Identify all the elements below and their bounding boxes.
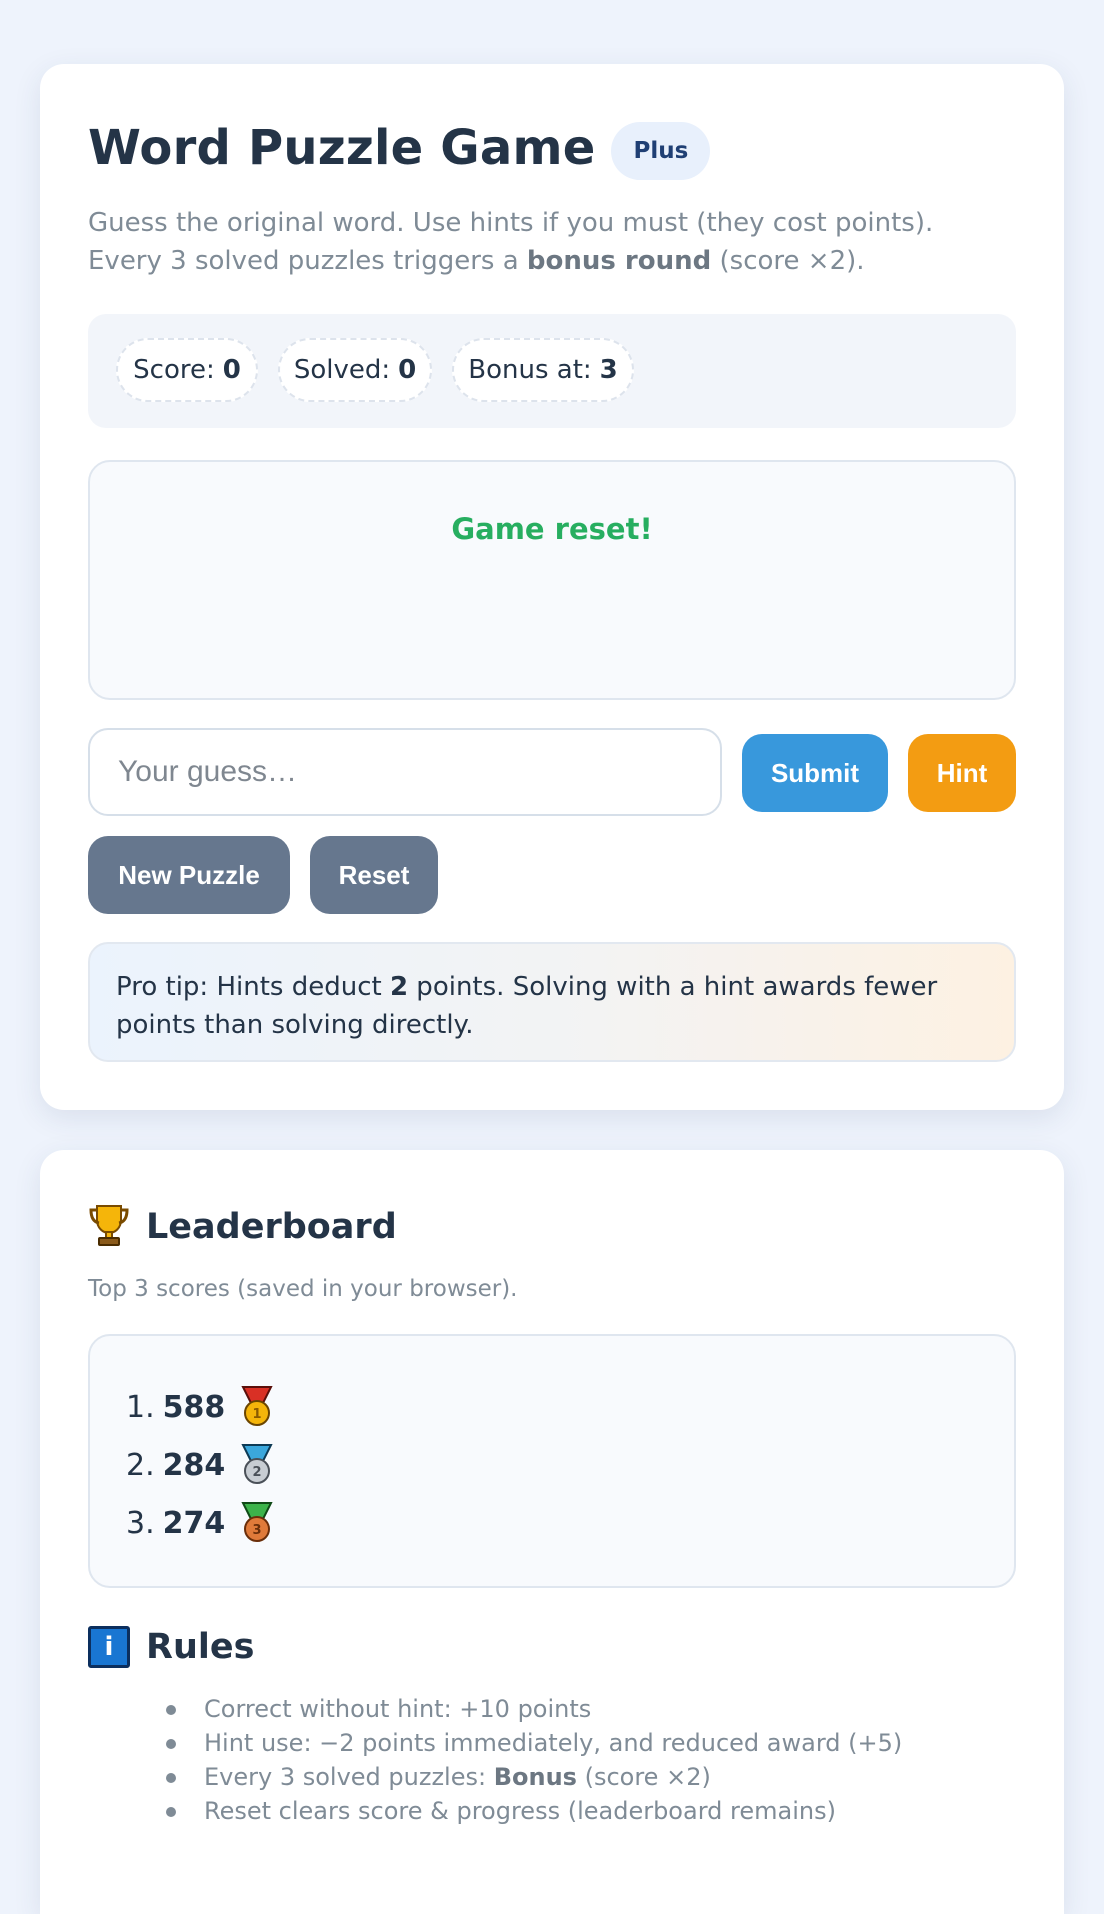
bonus-chip: Bonus at: 3 [452,338,634,402]
solved-value: 0 [398,355,417,385]
list-item: 2. 284 2 [126,1440,277,1490]
silver-medal-icon: 2 [237,1443,277,1487]
info-icon: i [88,1626,130,1668]
tip-text: Pro tip: Hints deduct [116,972,390,1002]
leaderboard-subtitle: Top 3 scores (saved in your browser). [88,1276,518,1302]
score-value: 284 [162,1447,226,1483]
rule-item: Reset clears score & progress (leaderboa… [150,1794,902,1828]
svg-text:1: 1 [253,1407,262,1422]
svg-text:3: 3 [253,1523,262,1538]
score-value: 0 [222,355,241,385]
game-description: Guess the original word. Use hints if yo… [88,204,1008,280]
solved-chip: Solved: 0 [278,338,432,402]
guess-input[interactable] [88,728,722,816]
rank-label: 2. [126,1447,155,1483]
leaderboard-header: Leaderboard [88,1202,397,1252]
hint-button[interactable]: Hint [908,734,1016,812]
status-message: Game reset! [451,512,653,546]
list-item: 1. 588 1 [126,1382,277,1432]
title-row: Word Puzzle Game Plus [88,116,711,180]
page-title: Word Puzzle Game [88,120,596,176]
rule-item: Every 3 solved puzzles: Bonus (score ×2) [150,1760,902,1794]
bonus-value: 3 [599,355,618,385]
tip-bold: 2 [389,972,409,1002]
bronze-medal-icon: 3 [237,1501,277,1545]
puzzle-message-box: Game reset! [88,460,1016,700]
rule-text-end: (score ×2) [576,1763,711,1791]
leaderboard-title: Leaderboard [146,1207,397,1247]
game-card: Word Puzzle Game Plus Guess the original… [40,64,1064,1110]
leaderboard-card: Leaderboard Top 3 scores (saved in your … [40,1150,1064,1914]
score-value: 274 [162,1505,226,1541]
description-bold: bonus round [526,246,712,276]
rule-text: Every 3 solved puzzles: [204,1763,494,1791]
score-chip: Score: 0 [116,338,258,402]
description-text-end: (score ×2). [711,246,865,276]
plus-badge: Plus [611,122,711,180]
bonus-label: Bonus at: [468,355,592,385]
score-label: Score: [133,355,215,385]
rule-item: Correct without hint: +10 points [150,1692,902,1726]
rules-header: i Rules [88,1626,254,1668]
rules-list: Correct without hint: +10 points Hint us… [150,1692,902,1828]
submit-button[interactable]: Submit [742,734,888,812]
new-puzzle-button[interactable]: New Puzzle [88,836,290,914]
svg-text:2: 2 [253,1465,262,1480]
rank-label: 3. [126,1505,155,1541]
pro-tip: Pro tip: Hints deduct 2 points. Solving … [88,942,1016,1062]
leaderboard-list: 1. 588 1 2. 284 2 3. 274 3 [88,1334,1016,1588]
score-value: 588 [162,1389,226,1425]
solved-label: Solved: [293,355,391,385]
rank-label: 1. [126,1389,155,1425]
rule-bold: Bonus [493,1763,577,1791]
trophy-icon [88,1202,130,1252]
gold-medal-icon: 1 [237,1385,277,1429]
list-item: 3. 274 3 [126,1498,277,1548]
reset-button[interactable]: Reset [310,836,438,914]
stats-bar: Score: 0 Solved: 0 Bonus at: 3 [88,314,1016,428]
rules-title: Rules [146,1627,255,1667]
rule-item: Hint use: −2 points immediately, and red… [150,1726,902,1760]
